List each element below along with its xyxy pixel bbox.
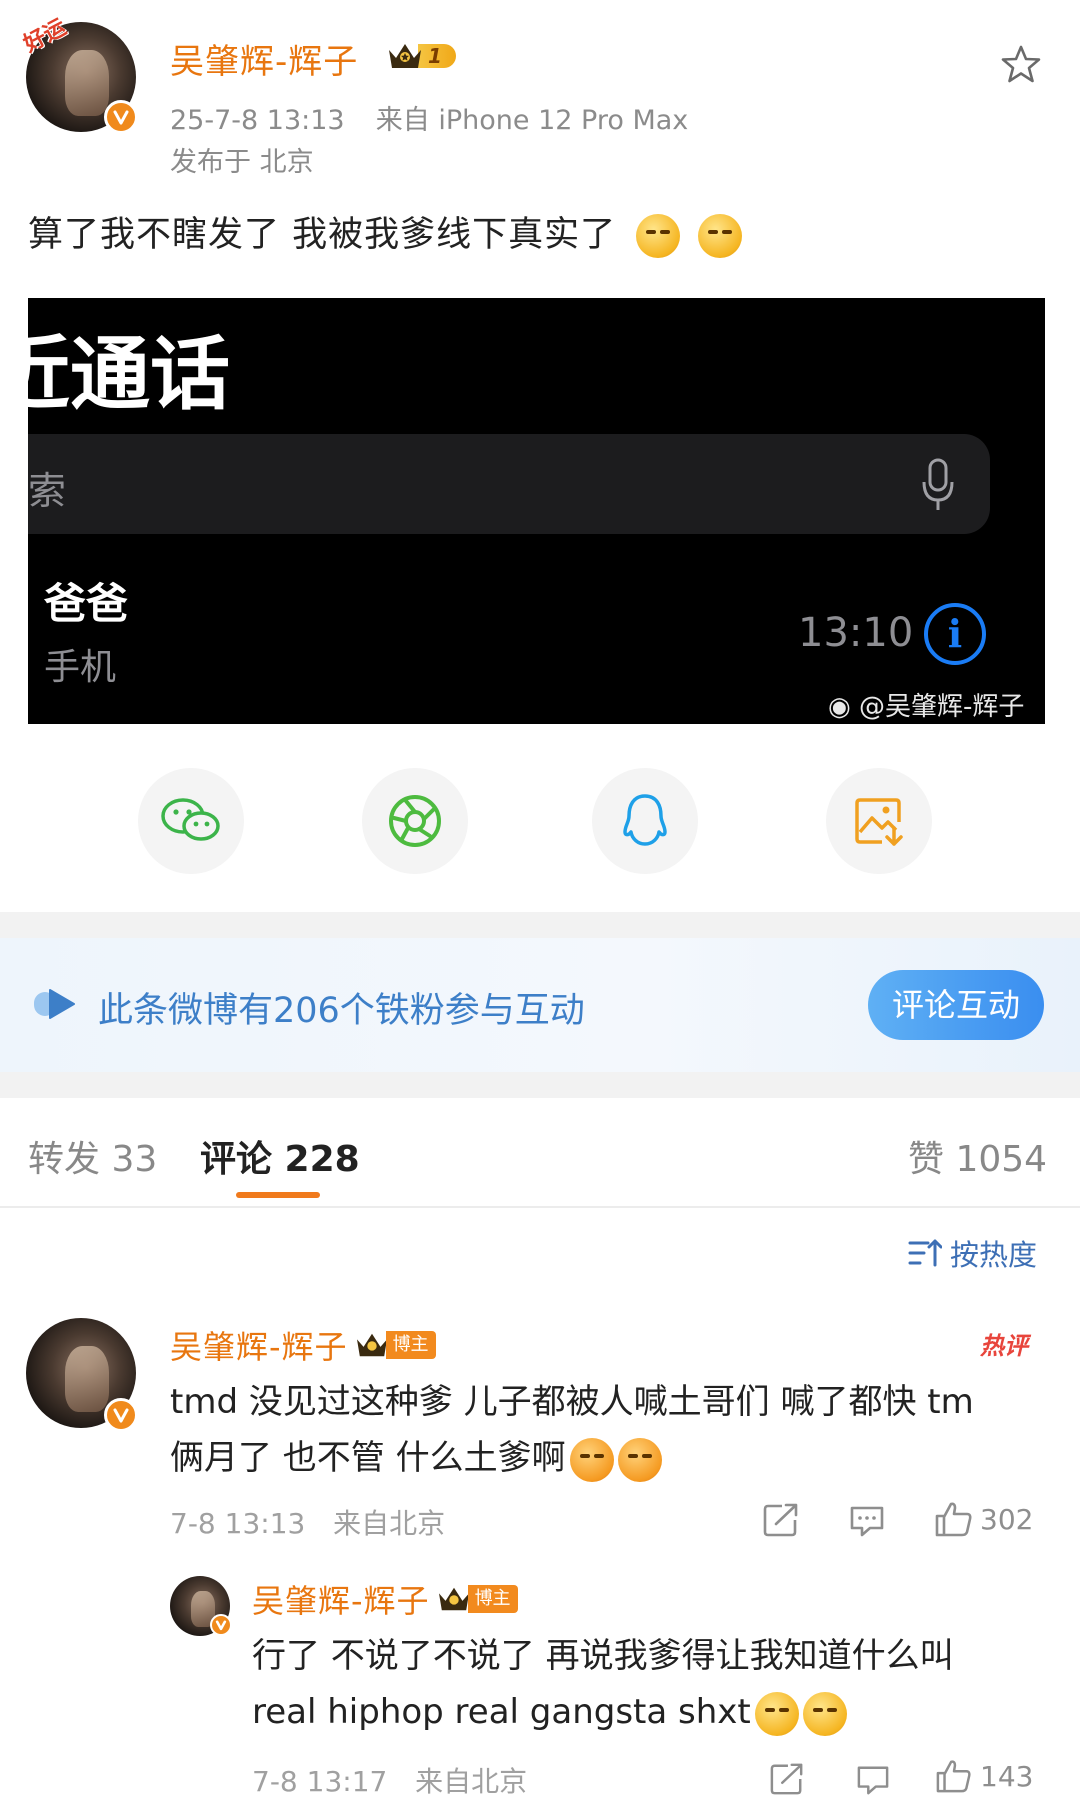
- share-wechat-button[interactable]: [138, 768, 244, 874]
- fan-interaction-banner: 此条微博有206个铁粉参与互动 评论互动: [0, 938, 1080, 1072]
- section-divider: [0, 912, 1080, 938]
- thumbs-up-icon: [936, 1760, 971, 1793]
- reply-time: 7-8 13:17: [252, 1765, 388, 1798]
- comment-header: 吴肇辉-辉子 博主: [170, 1322, 436, 1368]
- op-badge: 博主: [385, 1331, 436, 1359]
- crown-icon: [354, 1330, 390, 1360]
- post-body: 算了我不瞎发了 我被我爹线下真实了: [28, 206, 743, 258]
- fan-banner-text: 此条微博有206个铁粉参与互动: [98, 991, 585, 1031]
- share-icon: [763, 1503, 798, 1537]
- wechat-icon: [161, 798, 220, 841]
- verified-icon: [104, 100, 138, 134]
- doge-smug-emoji: [698, 214, 743, 258]
- like-count: 302: [980, 1502, 1034, 1536]
- comment-author[interactable]: 吴肇辉-辉子: [170, 1322, 348, 1368]
- reply-author[interactable]: 吴肇辉-辉子: [252, 1576, 430, 1622]
- comment-line-with-emoji: 俩月了 也不管 什么土爹啊: [170, 1430, 974, 1486]
- angry-emoji: [617, 1437, 662, 1482]
- doge-smug-emoji: [636, 214, 681, 258]
- post-image[interactable]: 近通话 索 爸爸 手机 13:10 i ◉ @吴肇辉-辉子: [28, 298, 1045, 724]
- share-comment-button[interactable]: [762, 1502, 800, 1538]
- comment-icon: [857, 1766, 889, 1795]
- tab-repost[interactable]: 转发 33: [28, 1130, 157, 1182]
- image-search-bar: 索: [28, 434, 990, 534]
- weibo-logo-icon: ◉: [828, 692, 851, 722]
- verified-icon: [210, 1614, 232, 1636]
- member-level-badge: 1: [386, 40, 456, 72]
- comment-meta: 7-8 13:13 来自北京: [170, 1502, 445, 1542]
- save-image-button[interactable]: [826, 768, 932, 874]
- op-badge: 博主: [467, 1585, 518, 1613]
- tab-comments[interactable]: 评论 228: [200, 1130, 360, 1182]
- post-source: 来自 iPhone 12 Pro Max: [375, 105, 689, 136]
- tab-likes[interactable]: 赞 1054: [908, 1130, 1047, 1182]
- post-location: 发布于 北京: [170, 147, 314, 178]
- active-tab-indicator: [236, 1192, 320, 1198]
- sort-label: 按热度: [950, 1238, 1038, 1272]
- doge-smug-emoji: [754, 1691, 799, 1736]
- qq-icon: [623, 794, 667, 846]
- like-comment-button[interactable]: 302: [934, 1500, 1033, 1538]
- crown-icon: [436, 1584, 472, 1614]
- sort-by-hot-button[interactable]: 按热度: [908, 1232, 1037, 1274]
- reply-to-reply-button[interactable]: [854, 1764, 892, 1796]
- weibo-watermark: ◉ @吴肇辉-辉子: [828, 692, 1025, 722]
- reply-comment-button[interactable]: [848, 1504, 886, 1538]
- moments-icon: [389, 795, 441, 847]
- author-name[interactable]: 吴肇辉-辉子: [170, 34, 358, 83]
- reply-line-with-emoji: real hiphop real gangsta shxt: [252, 1684, 954, 1740]
- call-time: 13:10: [798, 610, 914, 656]
- share-icon: [770, 1763, 803, 1795]
- comment-interact-button[interactable]: 评论互动: [868, 970, 1044, 1040]
- sort-icon: [908, 1239, 942, 1267]
- comment-icon: [850, 1506, 884, 1537]
- info-icon: i: [924, 603, 986, 665]
- thumbs-up-icon: [935, 1502, 972, 1537]
- favorite-star-icon[interactable]: [1000, 44, 1042, 88]
- search-placeholder: 索: [28, 469, 67, 513]
- share-qq-button[interactable]: [592, 768, 698, 874]
- like-count: 143: [980, 1759, 1034, 1793]
- fan-arrow-icon: [34, 986, 78, 1026]
- tabs-divider: [0, 1206, 1080, 1208]
- post-timestamp: 25-7-8 13:13: [170, 105, 345, 136]
- contact-name: 爸爸: [44, 579, 129, 628]
- hot-comment-tag: 热评: [980, 1332, 1028, 1360]
- contact-type: 手机: [44, 647, 117, 688]
- crown-icon: [386, 40, 424, 72]
- save-image-icon: [855, 798, 903, 846]
- microphone-icon: [920, 458, 956, 516]
- post-text: 算了我不瞎发了 我被我爹线下真实了: [28, 215, 617, 255]
- comment-text: tmd 没见过这种爹 儿子都被人喊土哥们 喊了都快 tm 俩月了 也不管 什么土…: [170, 1374, 974, 1486]
- comment-line: tmd 没见过这种爹 儿子都被人喊土哥们 喊了都快 tm: [170, 1382, 974, 1422]
- post-meta: 25-7-8 13:13 来自 iPhone 12 Pro Max: [170, 98, 688, 137]
- reply-meta: 7-8 13:17 来自北京: [252, 1760, 527, 1800]
- reply-text: 行了 不说了不说了 再说我爹得让我知道什么叫 real hiphop real …: [252, 1628, 954, 1740]
- doge-smug-emoji: [802, 1691, 847, 1736]
- section-divider: [0, 1072, 1080, 1098]
- comment-source: 来自北京: [333, 1507, 446, 1540]
- reply-header: 吴肇辉-辉子 博主: [252, 1576, 518, 1622]
- recent-calls-title: 近通话: [28, 328, 230, 421]
- comment-time: 7-8 13:13: [170, 1507, 306, 1540]
- share-moments-button[interactable]: [362, 768, 468, 874]
- reply-source: 来自北京: [415, 1765, 528, 1798]
- share-reply-button[interactable]: [768, 1762, 806, 1796]
- verified-icon: [104, 1398, 138, 1432]
- angry-emoji: [569, 1437, 614, 1482]
- reply-line: 行了 不说了不说了 再说我爹得让我知道什么叫: [252, 1636, 954, 1676]
- like-reply-button[interactable]: 143: [934, 1758, 1033, 1794]
